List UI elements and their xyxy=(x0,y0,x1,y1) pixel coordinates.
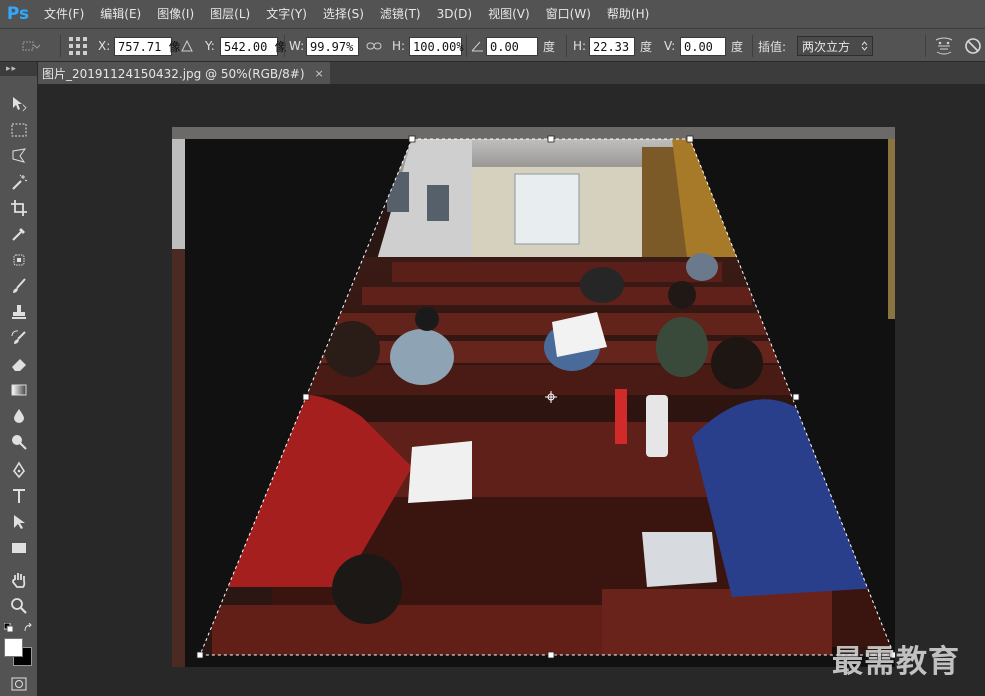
drop-icon xyxy=(14,409,24,423)
v-skew-field[interactable]: 0.00 xyxy=(680,36,726,56)
eyedropper-tool[interactable] xyxy=(6,222,32,246)
menu-filter[interactable]: 滤镜(T) xyxy=(372,0,429,28)
y-field[interactable]: 542.00 像 xyxy=(220,36,287,56)
lasso-icon xyxy=(12,148,27,163)
v-skew-unit: 度 xyxy=(731,39,744,54)
history-brush-icon xyxy=(11,330,26,344)
x-field[interactable]: 757.71 像 xyxy=(114,36,181,56)
lasso-tool[interactable] xyxy=(6,144,32,168)
transform-tool-icon xyxy=(22,41,41,51)
type-tool[interactable] xyxy=(6,484,32,508)
interpolation-label: 插值: xyxy=(758,39,787,54)
history-brush-tool[interactable] xyxy=(6,326,32,350)
rectangle-icon xyxy=(12,543,26,553)
zoom-icon xyxy=(11,598,27,614)
link-icon[interactable] xyxy=(366,41,382,51)
brush-icon xyxy=(13,278,26,293)
quick-mask-tool[interactable] xyxy=(6,672,32,696)
stamp-icon xyxy=(12,305,26,319)
hand-tool[interactable] xyxy=(6,568,32,592)
marquee-icon xyxy=(11,123,27,137)
eyedropper-icon xyxy=(12,228,25,241)
transformed-photo xyxy=(172,127,895,667)
dodge-tool[interactable] xyxy=(6,430,32,454)
dodge-icon xyxy=(12,435,27,450)
menu-help[interactable]: 帮助(H) xyxy=(599,0,657,28)
eraser-tool[interactable] xyxy=(6,352,32,376)
gradient-icon xyxy=(11,384,27,396)
clone-stamp-tool[interactable] xyxy=(6,300,32,324)
pen-tool[interactable] xyxy=(6,458,32,482)
interpolation-select[interactable]: 两次立方 xyxy=(797,36,873,56)
menu-view[interactable]: 视图(V) xyxy=(480,0,538,28)
menu-3d[interactable]: 3D(D) xyxy=(429,0,480,28)
magic-wand-icon xyxy=(12,174,28,190)
h-label: H: xyxy=(392,39,406,53)
tool-preset-picker[interactable] xyxy=(20,29,42,63)
gradient-tool[interactable] xyxy=(6,378,32,402)
menu-edit[interactable]: 编辑(E) xyxy=(92,0,149,28)
menu-image[interactable]: 图像(I) xyxy=(149,0,202,28)
interpolation-value: 两次立方 xyxy=(802,39,851,54)
angle-icon xyxy=(471,41,483,52)
menu-layer[interactable]: 图层(L) xyxy=(202,0,258,28)
swap-arrow-icon xyxy=(24,623,32,632)
move-icon xyxy=(13,97,27,112)
marquee-tool[interactable] xyxy=(6,118,32,142)
menu-type[interactable]: 文字(Y) xyxy=(258,0,315,28)
delta-icon[interactable] xyxy=(181,40,193,52)
document-canvas[interactable] xyxy=(172,127,895,667)
pen-icon xyxy=(13,461,25,479)
menu-bar: Ps 文件(F) 编辑(E) 图像(I) 图层(L) 文字(Y) 选择(S) 滤… xyxy=(0,0,985,28)
healing-brush-tool[interactable] xyxy=(6,248,32,272)
h-field[interactable]: 100.00% xyxy=(409,36,464,56)
menu-file[interactable]: 文件(F) xyxy=(36,0,92,28)
tools-panel: ▸▸ xyxy=(0,62,38,696)
menu-window[interactable]: 窗口(W) xyxy=(538,0,599,28)
type-icon xyxy=(13,489,25,503)
bandage-icon xyxy=(13,254,25,266)
warp-mode-icon[interactable] xyxy=(934,37,954,55)
h-skew-label: H: xyxy=(573,39,587,53)
swap-colors[interactable] xyxy=(3,622,35,636)
w-label: W: xyxy=(289,39,305,53)
default-colors-icon xyxy=(4,623,14,633)
document-tab-title: 图片_20191124150432.jpg @ 50%(RGB/8#) xyxy=(42,66,305,81)
y-label: Y: xyxy=(205,39,215,53)
cancel-transform-icon[interactable] xyxy=(964,37,982,55)
hand-icon xyxy=(12,573,26,588)
h-skew-field[interactable]: 22.33 xyxy=(589,36,635,56)
reference-grid-icon xyxy=(69,37,87,55)
crop-tool[interactable] xyxy=(6,196,32,220)
menu-select[interactable]: 选择(S) xyxy=(315,0,372,28)
eraser-icon xyxy=(12,359,26,371)
magic-wand-tool[interactable] xyxy=(6,170,32,194)
zoom-tool[interactable] xyxy=(6,594,32,618)
x-label: X: xyxy=(98,39,111,53)
brush-tool[interactable] xyxy=(6,274,32,298)
reference-point-locator[interactable] xyxy=(68,29,88,63)
v-skew-label: V: xyxy=(664,39,676,53)
watermark: 最需教育 xyxy=(832,644,960,680)
document-workspace xyxy=(38,84,985,696)
quick-mask-icon xyxy=(11,677,27,691)
tools-panel-collapse[interactable]: ▸▸ xyxy=(0,62,37,76)
path-selection-icon xyxy=(14,515,25,529)
angle-field[interactable]: 0.00 xyxy=(486,36,538,56)
angle-unit: 度 xyxy=(543,39,556,54)
crop-icon xyxy=(11,200,27,216)
document-tab-row: 图片_20191124150432.jpg @ 50%(RGB/8#) × xyxy=(0,62,985,84)
move-tool[interactable] xyxy=(6,92,32,116)
rectangle-tool[interactable] xyxy=(6,536,32,560)
blur-tool[interactable] xyxy=(6,404,32,428)
app-logo: Ps xyxy=(6,4,30,24)
foreground-color-swatch[interactable] xyxy=(4,638,23,657)
document-tab[interactable]: 图片_20191124150432.jpg @ 50%(RGB/8#) × xyxy=(36,62,330,84)
updown-chevron-icon xyxy=(861,41,868,51)
w-field[interactable]: 99.97% xyxy=(306,36,359,56)
path-selection-tool[interactable] xyxy=(6,510,32,534)
close-icon[interactable]: × xyxy=(315,67,324,80)
options-bar: X: 757.71 像 Y: 542.00 像 W: 99.97% H: 100… xyxy=(0,28,985,62)
h-skew-unit: 度 xyxy=(640,39,653,54)
